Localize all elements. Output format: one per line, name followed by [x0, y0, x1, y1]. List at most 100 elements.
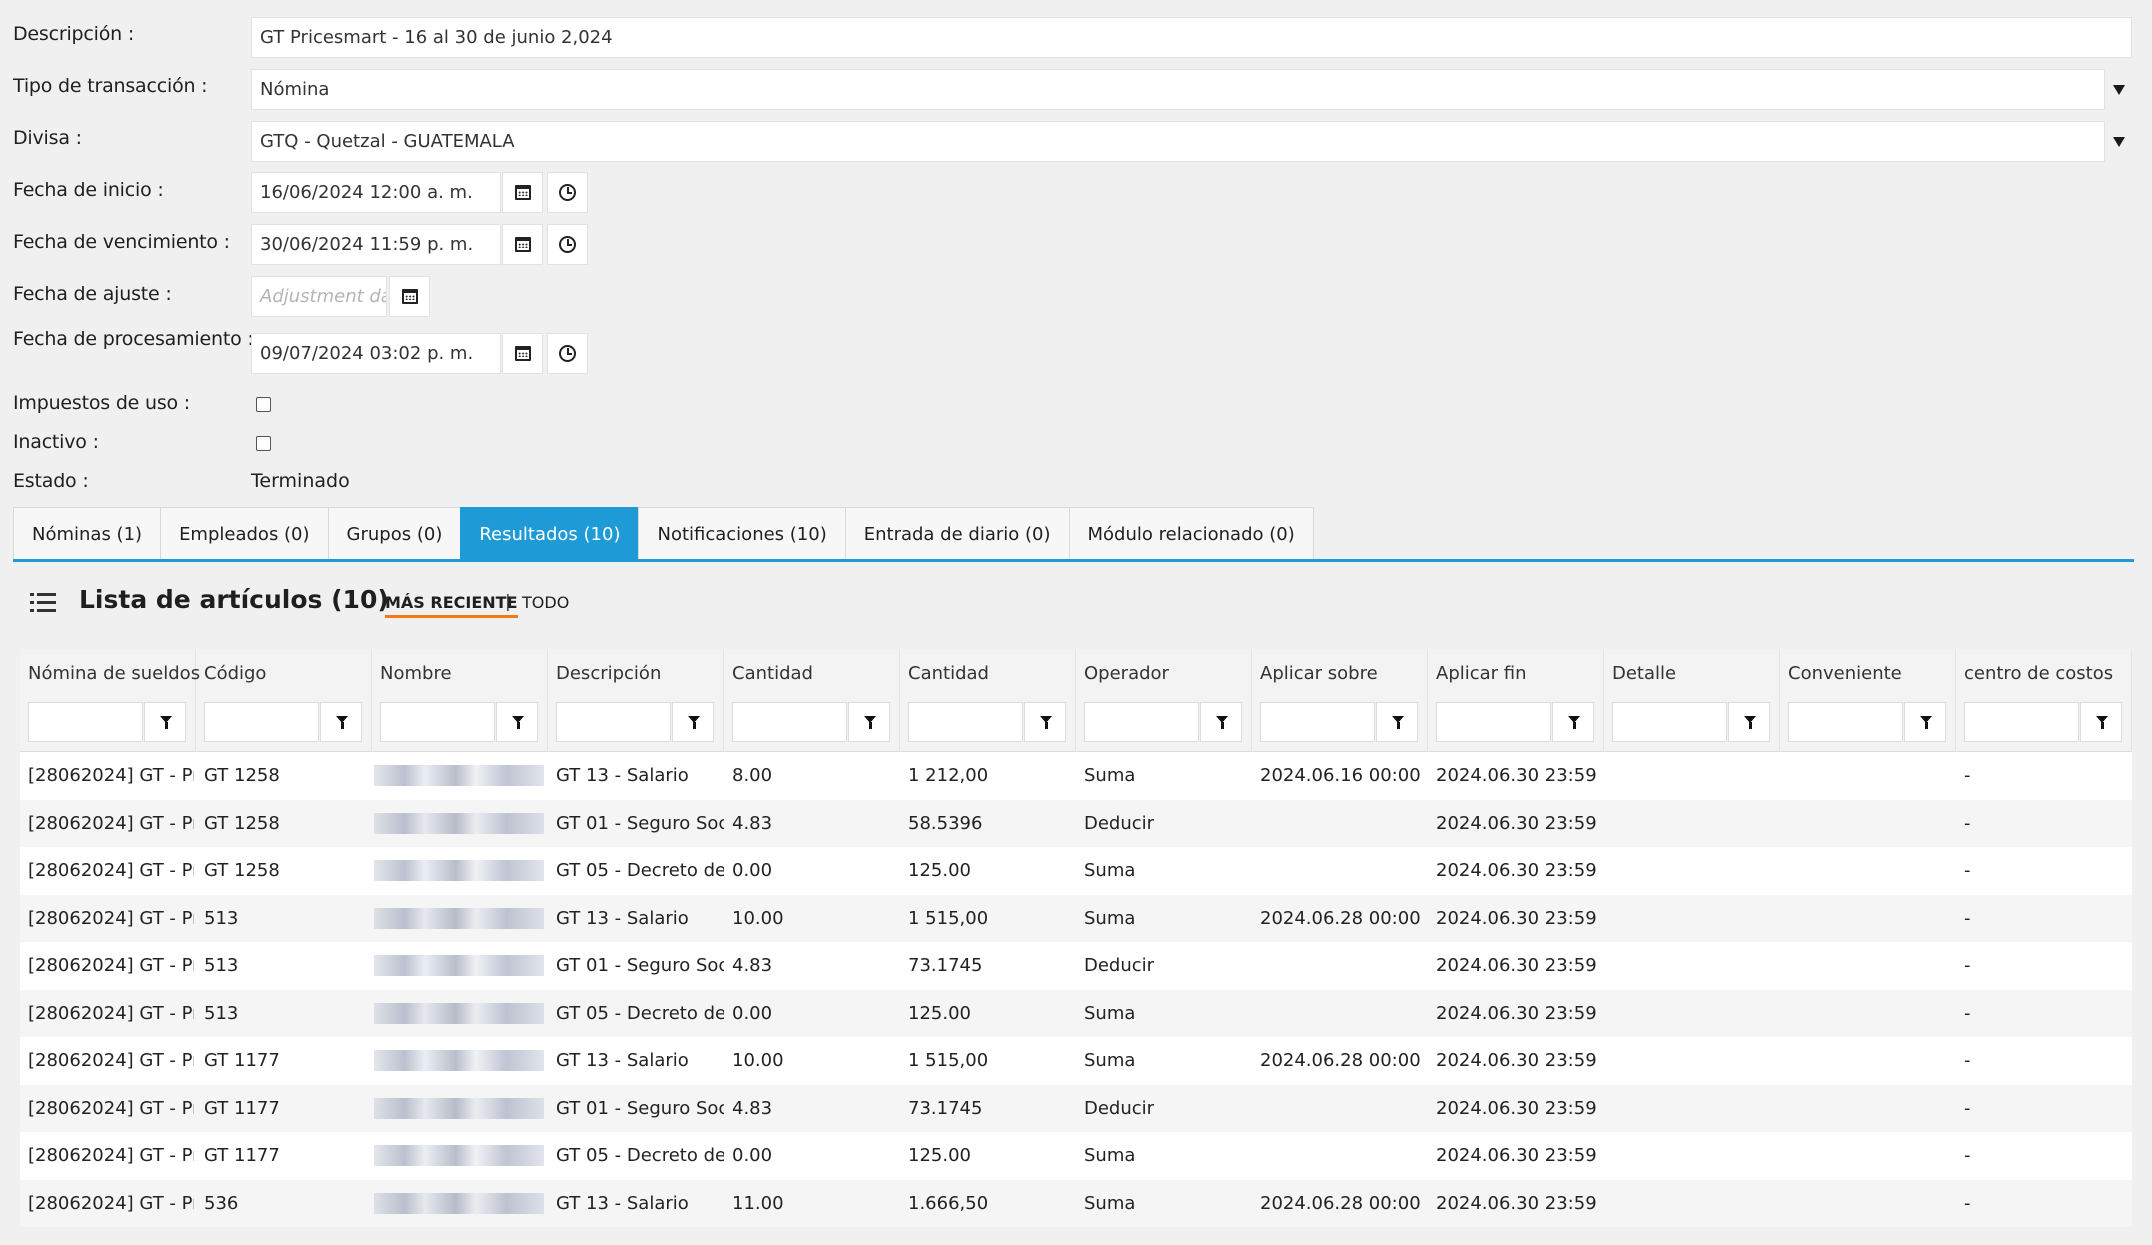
column-filter-input[interactable]	[1436, 702, 1551, 742]
filter-most-recent[interactable]: MÁS RECIENTE	[385, 593, 518, 618]
column-header-nombre[interactable]: Nombre	[372, 649, 548, 752]
column-filter-input[interactable]	[204, 702, 319, 742]
time-button[interactable]	[547, 333, 588, 374]
time-button[interactable]	[547, 172, 588, 213]
detalle-cell	[1604, 752, 1780, 800]
inactivo-label: Inactivo :	[13, 431, 99, 453]
aplicar-fin-cell: 2024.06.30 23:59	[1436, 1050, 1597, 1071]
aplicar-sobre-cell	[1252, 1132, 1428, 1180]
filter-icon[interactable]	[848, 702, 890, 742]
calendar-button[interactable]	[502, 172, 543, 213]
divisa-label: Divisa :	[13, 127, 82, 149]
codigo-cell: GT 1258	[204, 812, 280, 834]
centro-costos-cell: -	[1964, 812, 1971, 834]
codigo-cell: 536	[204, 1192, 239, 1214]
column-filter-input[interactable]	[28, 702, 143, 742]
filter-icon[interactable]	[2080, 702, 2122, 742]
filter-icon[interactable]	[1728, 702, 1770, 742]
conveniente-cell	[1780, 800, 1956, 848]
tab-nominas[interactable]: Nóminas (1)	[13, 507, 162, 561]
tipo-transaccion-select[interactable]: Nómina	[251, 69, 2105, 110]
filter-icon[interactable]	[672, 702, 714, 742]
tab-entrada-diario[interactable]: Entrada de diario (0)	[844, 507, 1070, 561]
chevron-down-icon[interactable]	[2112, 121, 2126, 162]
column-header-cantidad-monto[interactable]: Cantidad	[900, 649, 1076, 752]
fecha-inicio-input[interactable]: 16/06/2024 12:00 a. m.	[251, 172, 501, 213]
descripcion-input[interactable]: GT Pricesmart - 16 al 30 de junio 2,024	[251, 17, 2132, 58]
column-header-aplicar-sobre[interactable]: Aplicar sobre	[1252, 649, 1428, 752]
column-header-centro-costos[interactable]: centro de costos	[1956, 649, 2132, 752]
time-button[interactable]	[547, 224, 588, 265]
conveniente-cell	[1780, 1085, 1956, 1133]
column-header-operador[interactable]: Operador	[1076, 649, 1252, 752]
column-filter-input[interactable]	[1260, 702, 1375, 742]
filter-icon[interactable]	[1200, 702, 1242, 742]
table-row[interactable]: [28062024] GT - Price 513 GT 01 - Seguro S…	[20, 942, 2132, 990]
column-header-conveniente[interactable]: Conveniente	[1780, 649, 1956, 752]
filter-icon[interactable]	[1376, 702, 1418, 742]
filter-icon[interactable]	[1552, 702, 1594, 742]
table-row[interactable]: [28062024] GT - Price GT 1258 GT 05 - Decr…	[20, 847, 2132, 895]
codigo-cell: GT 1258	[204, 765, 280, 786]
fecha-procesamiento-input[interactable]: 09/07/2024 03:02 p. m.	[251, 333, 501, 374]
filter-icon[interactable]	[1024, 702, 1066, 742]
filter-all[interactable]: TODO	[522, 593, 569, 612]
table-row[interactable]: [28062024] GT - Price 513 GT 05 - Decreto …	[20, 989, 2132, 1038]
column-filter-input[interactable]	[908, 702, 1023, 742]
operador-cell: Suma	[1084, 1192, 1136, 1214]
filter-icon[interactable]	[144, 702, 186, 742]
divisa-select[interactable]: GTQ - Quetzal - GUATEMALA	[251, 121, 2105, 162]
column-filter-input[interactable]	[380, 702, 495, 742]
operador-cell: Deducir	[1084, 1097, 1155, 1119]
table-row[interactable]: [28062024] GT - Price 513 GT 13 - Salario 1…	[20, 894, 2132, 942]
tab-notificaciones[interactable]: Notificaciones (10)	[638, 507, 846, 561]
column-filter-input[interactable]	[732, 702, 847, 742]
redacted-name	[374, 1050, 544, 1071]
column-header-codigo[interactable]: Código	[196, 649, 372, 752]
chevron-down-icon[interactable]	[2112, 69, 2126, 110]
table-row[interactable]: [28062024] GT - Price GT 1177 GT 05 - Decr…	[20, 1132, 2132, 1180]
tab-empleados[interactable]: Empleados (0)	[160, 507, 329, 561]
list-icon	[30, 592, 56, 612]
column-filter-input[interactable]	[1612, 702, 1727, 742]
centro-costos-cell: -	[1964, 955, 1971, 976]
impuestos-uso-checkbox[interactable]	[256, 397, 271, 412]
column-filter-input[interactable]	[556, 702, 671, 742]
table-row[interactable]: [28062024] GT - Price GT 1258 GT 01 - Segu…	[20, 799, 2132, 848]
fecha-vencimiento-input[interactable]: 30/06/2024 11:59 p. m.	[251, 224, 501, 265]
conveniente-cell	[1780, 1132, 1956, 1180]
column-header-aplicar-fin[interactable]: Aplicar fin	[1428, 649, 1604, 752]
table-row[interactable]: [28062024] GT - Price GT 1177 GT 13 - Sala…	[20, 1037, 2132, 1085]
aplicar-sobre-cell	[1252, 990, 1428, 1038]
tab-resultados[interactable]: Resultados (10)	[460, 507, 640, 561]
filter-icon[interactable]	[1904, 702, 1946, 742]
redacted-name	[374, 907, 544, 929]
calendar-button[interactable]	[502, 333, 543, 374]
column-header-cantidad[interactable]: Cantidad	[724, 649, 900, 752]
column-filter-input[interactable]	[1964, 702, 2079, 742]
filter-icon[interactable]	[496, 702, 538, 742]
tab-grupos[interactable]: Grupos (0)	[327, 507, 462, 561]
table-row[interactable]: [28062024] GT - Price GT 1177 GT 01 - Segu…	[20, 1084, 2132, 1133]
filter-icon[interactable]	[320, 702, 362, 742]
table-row[interactable]: [28062024] GT - Price GT 1258 GT 13 - Sala…	[20, 752, 2132, 800]
calendar-button[interactable]	[502, 224, 543, 265]
codigo-cell: 513	[204, 955, 239, 976]
aplicar-fin-cell: 2024.06.30 23:59	[1436, 1002, 1597, 1024]
operador-cell: Suma	[1084, 1050, 1136, 1071]
table-row[interactable]: [28062024] GT - Price 536 GT 13 - Salario 1…	[20, 1179, 2132, 1227]
cantidad-cell: 0.00	[732, 1145, 773, 1166]
detalle-cell	[1604, 1085, 1780, 1133]
column-filter-input[interactable]	[1084, 702, 1199, 742]
fecha-ajuste-input[interactable]: Adjustment date	[251, 276, 387, 317]
codigo-cell: 513	[204, 907, 239, 929]
column-header-nomina-sueldos[interactable]: Nómina de sueldos	[20, 649, 200, 752]
column-header-detalle[interactable]: Detalle	[1604, 649, 1780, 752]
cantidad-cell: 4.83	[732, 955, 773, 976]
column-filter-input[interactable]	[1788, 702, 1903, 742]
tab-modulo-relacionado[interactable]: Módulo relacionado (0)	[1068, 507, 1314, 561]
aplicar-fin-cell: 2024.06.30 23:59	[1436, 860, 1597, 881]
calendar-button[interactable]	[389, 276, 430, 317]
column-header-descripcion[interactable]: Descripción	[548, 649, 724, 752]
inactivo-checkbox[interactable]	[256, 436, 271, 451]
